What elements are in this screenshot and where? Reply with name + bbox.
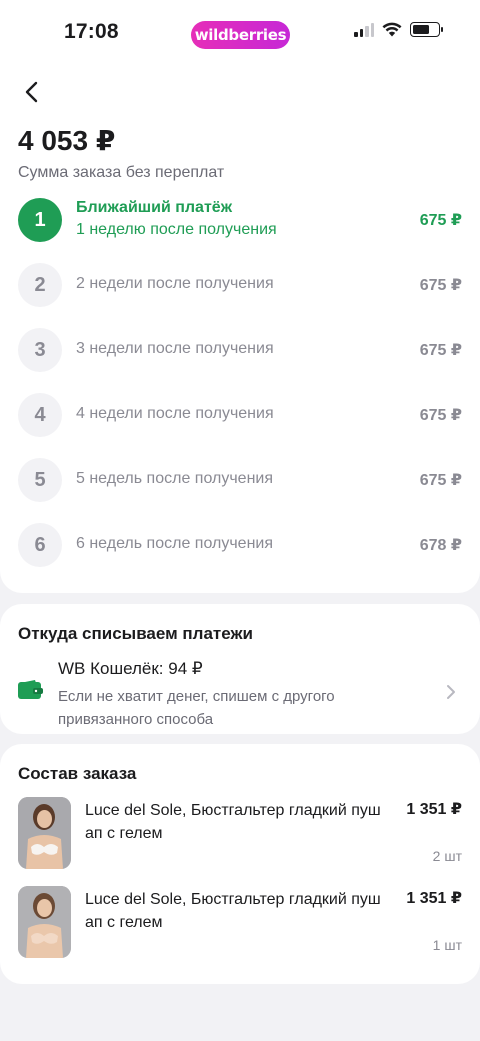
payment-title: 5 недель после получения — [76, 470, 274, 487]
product-quantity: 2 шт — [432, 848, 462, 864]
order-total: 4 053 ₽ — [18, 125, 116, 156]
product-quantity: 1 шт — [432, 937, 462, 953]
payment-row-3: 3 3 недели после получения 675 ₽ — [0, 328, 480, 372]
payment-number-badge: 6 — [18, 523, 62, 567]
product-image — [18, 797, 71, 869]
payment-amount: 675 ₽ — [419, 212, 462, 229]
payment-number-badge: 3 — [18, 328, 62, 372]
order-item[interactable]: Luce del Sole, Бюстгальтер гладкий пуш а… — [0, 797, 480, 871]
payment-amount: 675 ₽ — [419, 277, 462, 294]
payment-amount: 675 ₽ — [419, 472, 462, 489]
payment-number-badge: 1 — [18, 198, 62, 242]
payment-amount: 678 ₽ — [419, 537, 462, 554]
payment-row-4: 4 4 недели после получения 675 ₽ — [0, 393, 480, 437]
wifi-icon — [382, 22, 402, 37]
battery-icon — [410, 22, 443, 37]
payment-title: Ближайший платёж — [76, 199, 233, 216]
order-total-caption: Сумма заказа без переплат — [18, 164, 225, 181]
wallet-note: Если не хватит денег, спишем с другого п… — [58, 688, 335, 728]
payment-title: 2 недели после получения — [76, 275, 274, 292]
payment-amount: 675 ₽ — [419, 342, 462, 359]
status-bar: 17:08 wildberries — [0, 0, 480, 66]
payment-row-5: 5 5 недель после получения 675 ₽ — [0, 458, 480, 502]
back-chevron-icon[interactable] — [18, 78, 46, 106]
product-name: Luce del Sole, Бюстгальтер гладкий пуш а… — [85, 802, 381, 842]
payment-source-card[interactable]: Откуда списываем платежи WB Кошелёк: 94 … — [0, 604, 480, 734]
chevron-right-icon — [447, 685, 455, 699]
payment-amount: 675 ₽ — [419, 407, 462, 424]
payment-title: 3 недели после получения — [76, 340, 274, 357]
payment-row-1: 1 Ближайший платёж 1 неделю после получе… — [0, 198, 480, 242]
payment-title: 6 недель после получения — [76, 535, 274, 552]
product-price: 1 351 ₽ — [406, 890, 462, 907]
order-contents-card: Состав заказа Luce del Sole, Бюстгальтер… — [0, 744, 480, 984]
payment-number-badge: 5 — [18, 458, 62, 502]
payment-schedule-card: 1 Ближайший платёж 1 неделю после получе… — [0, 195, 480, 593]
brand-pill: wildberries — [191, 21, 290, 49]
payment-source-title: Откуда списываем платежи — [18, 624, 253, 643]
payment-number-badge: 4 — [18, 393, 62, 437]
status-time: 17:08 — [64, 20, 119, 43]
payment-subtitle: 1 неделю после получения — [76, 221, 277, 238]
product-price: 1 351 ₽ — [406, 801, 462, 818]
order-contents-title: Состав заказа — [18, 764, 137, 783]
product-name: Luce del Sole, Бюстгальтер гладкий пуш а… — [85, 891, 381, 931]
payment-number-badge: 2 — [18, 263, 62, 307]
wallet-balance: WB Кошелёк: 94 ₽ — [58, 659, 203, 678]
order-item[interactable]: Luce del Sole, Бюстгальтер гладкий пуш а… — [0, 886, 480, 960]
wallet-icon — [18, 680, 43, 699]
product-image — [18, 886, 71, 958]
cellular-signal-icon — [354, 22, 374, 37]
payment-row-2: 2 2 недели после получения 675 ₽ — [0, 263, 480, 307]
payment-row-6: 6 6 недель после получения 678 ₽ — [0, 523, 480, 567]
payment-title: 4 недели после получения — [76, 405, 274, 422]
status-icons — [354, 22, 443, 37]
